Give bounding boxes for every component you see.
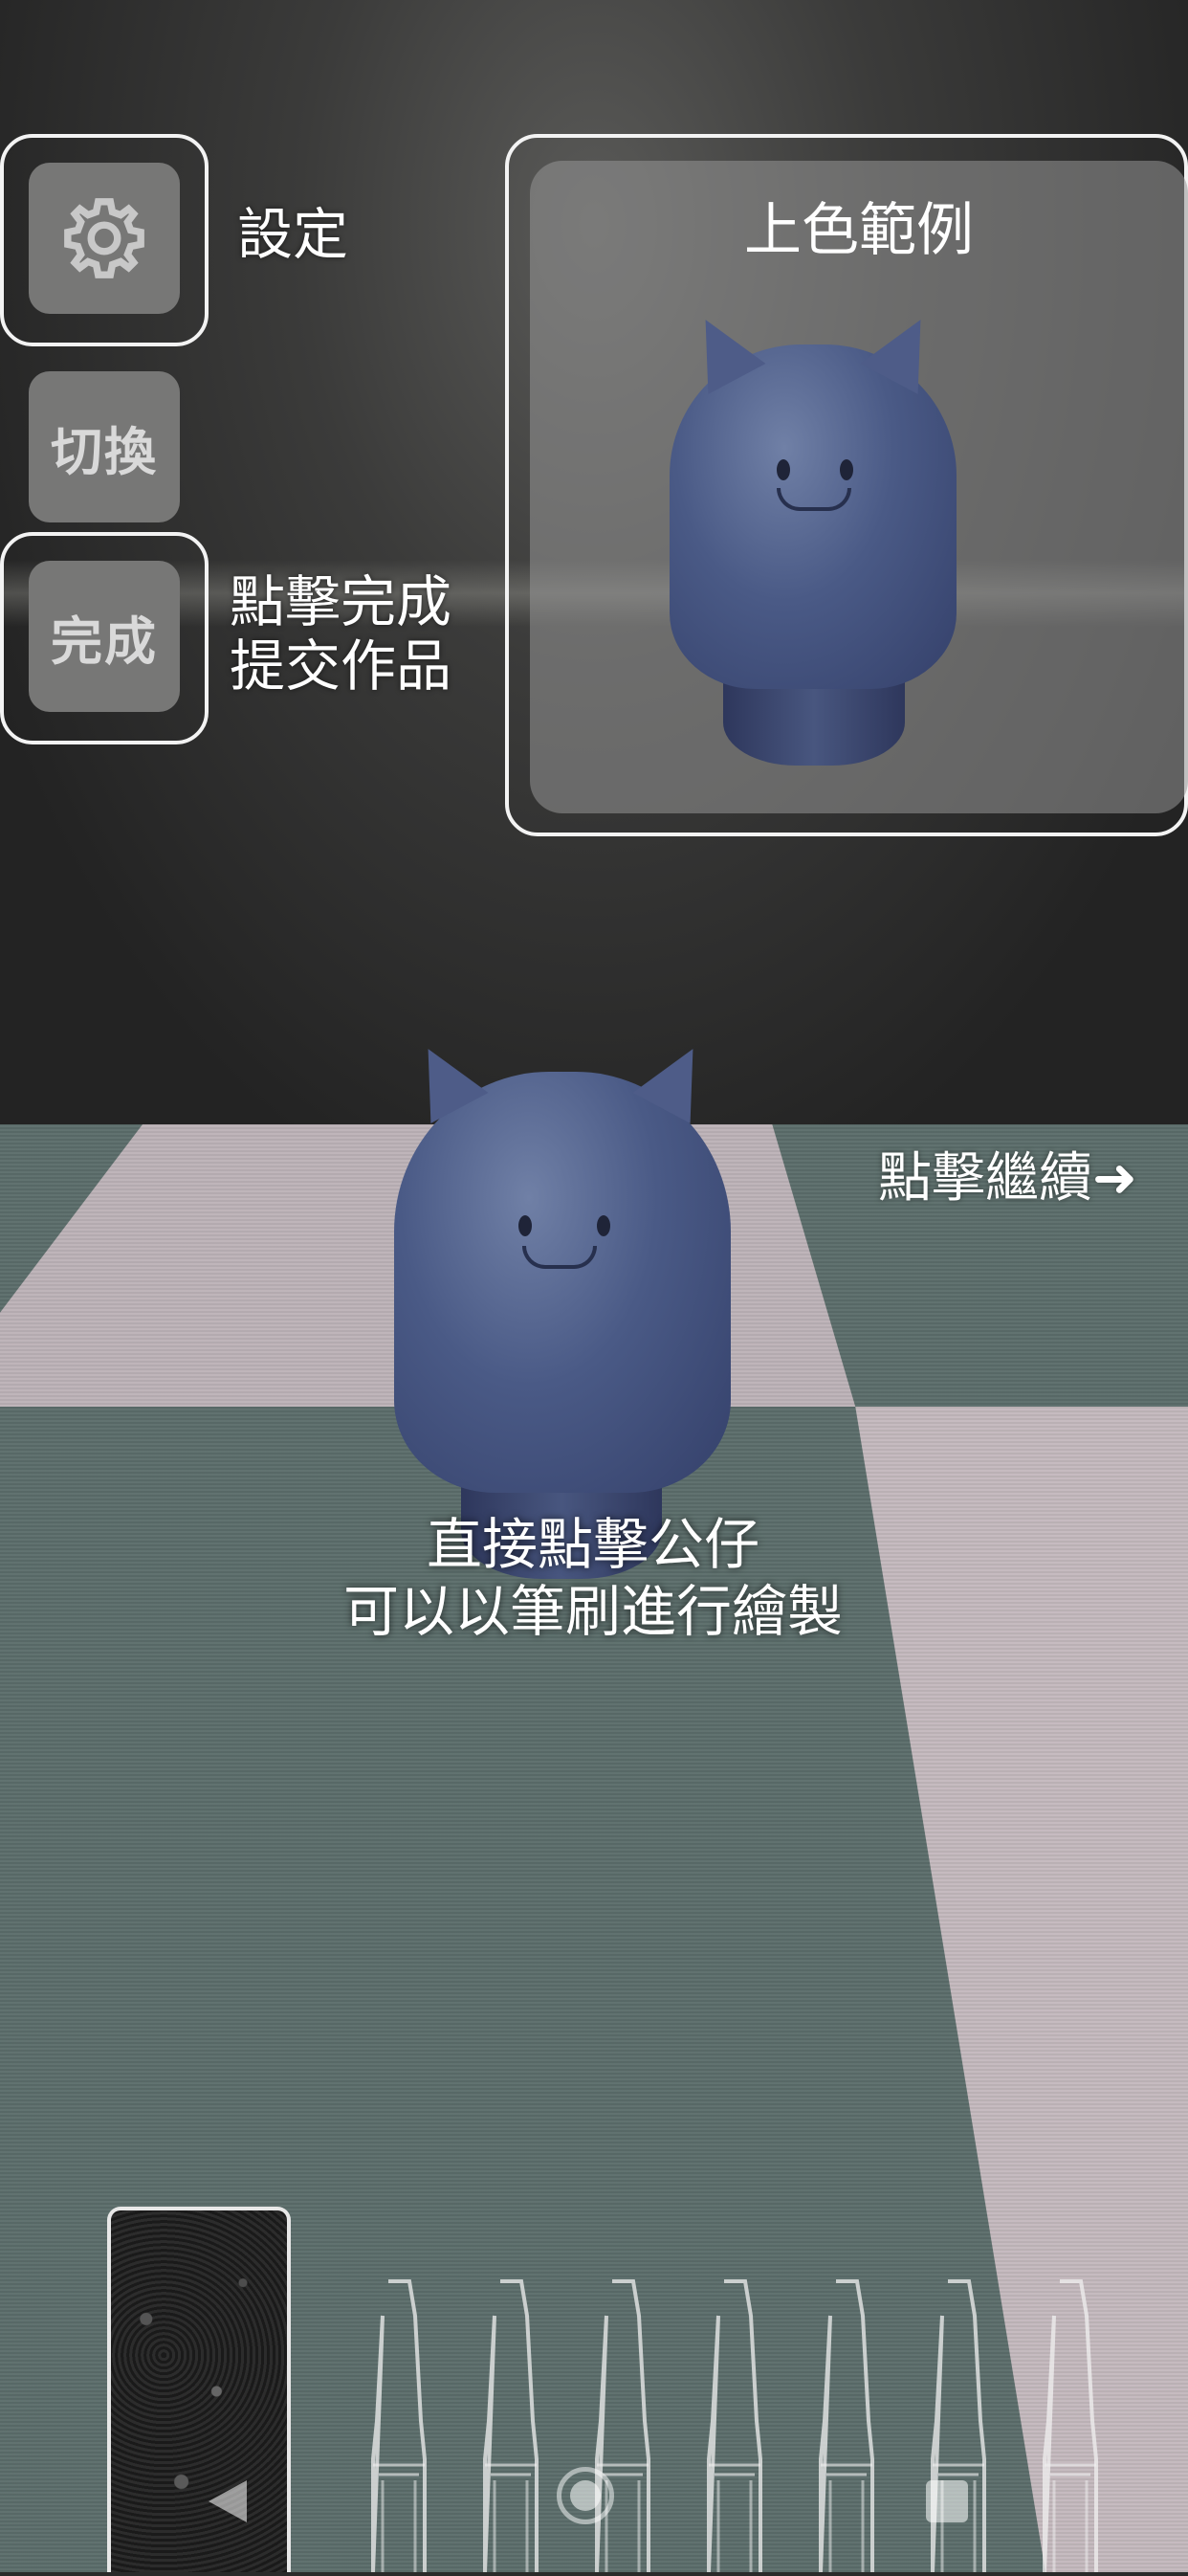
done-hint: 點擊完成 提交作品: [230, 570, 451, 698]
marker-brush-5[interactable]: [813, 2277, 880, 2573]
paintable-figure[interactable]: [394, 1033, 731, 1579]
nav-home-dot: [570, 2480, 601, 2511]
figure-eye-right: [597, 1215, 610, 1236]
settings-label: 設定: [237, 202, 349, 267]
instruction-text: 直接點擊公仔 可以以筆刷進行繪製: [306, 1512, 880, 1645]
marker-outline-icon: [371, 2279, 427, 2573]
done-button[interactable]: 完成: [29, 561, 180, 712]
instruction-line-1: 直接點擊公仔: [426, 1512, 759, 1577]
figure-body: [394, 1072, 731, 1493]
example-figure: [670, 304, 957, 766]
switch-button[interactable]: 切換: [29, 371, 180, 522]
example-panel-title: 上色範例: [744, 197, 974, 264]
marker-brush-1[interactable]: [365, 2277, 432, 2573]
figure-eye-left: [518, 1215, 532, 1236]
brush-texture-swatch[interactable]: [107, 2207, 291, 2572]
figure-body: [670, 344, 957, 689]
figure-mouth: [777, 488, 851, 511]
done-button-label: 完成: [51, 611, 158, 672]
instruction-line-2: 可以以筆刷進行繪製: [342, 1578, 843, 1644]
marker-brush-7[interactable]: [1037, 2277, 1104, 2573]
marker-brush-6[interactable]: [925, 2277, 992, 2573]
nav-recents-icon[interactable]: [926, 2480, 968, 2522]
done-hint-line-2: 提交作品: [230, 633, 452, 699]
marker-brush-3[interactable]: [589, 2277, 656, 2573]
settings-button[interactable]: [29, 163, 180, 314]
marker-outline-icon: [707, 2279, 762, 2573]
figure-eye-left: [777, 459, 790, 480]
marker-outline-icon: [819, 2279, 874, 2573]
marker-outline-icon: [595, 2279, 650, 2573]
figure-eye-right: [840, 459, 853, 480]
switch-button-label: 切換: [51, 421, 158, 482]
nav-back-icon[interactable]: [209, 2480, 247, 2522]
marker-outline-icon: [1043, 2279, 1098, 2573]
done-hint-line-1: 點擊完成: [230, 569, 452, 634]
marker-outline-icon: [931, 2279, 986, 2573]
figure-mouth: [522, 1246, 597, 1269]
marker-brush-4[interactable]: [701, 2277, 768, 2573]
marker-brush-2[interactable]: [477, 2277, 544, 2573]
continue-hint[interactable]: 點擊繼續➜: [878, 1135, 1137, 1212]
marker-outline-icon: [483, 2279, 539, 2573]
gear-icon: [64, 198, 144, 278]
